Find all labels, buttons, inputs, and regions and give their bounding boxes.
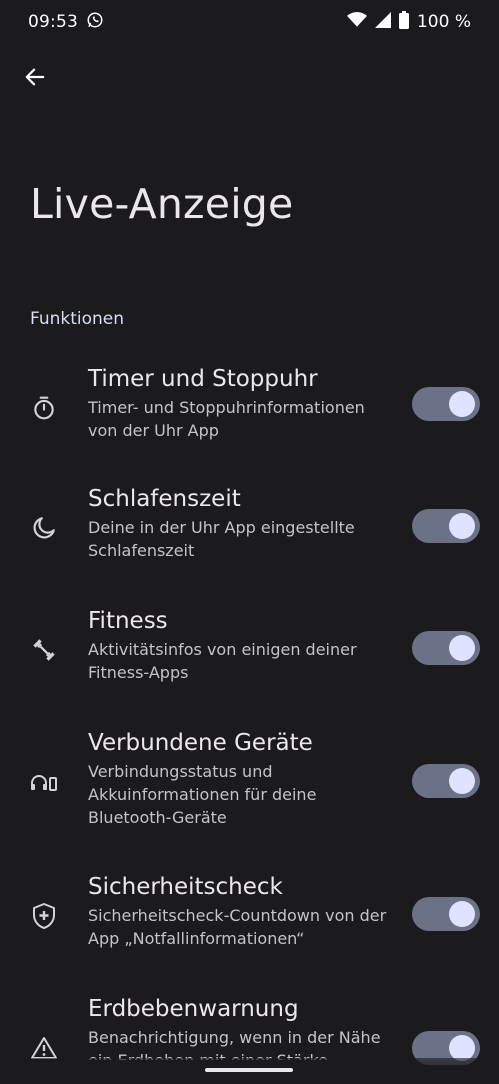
toggle-thumb: [449, 513, 475, 539]
shield-plus-icon: [30, 902, 58, 930]
toggle-safety-check[interactable]: [412, 897, 480, 931]
fitness-icon: [30, 636, 58, 664]
status-time: 09:53: [28, 12, 78, 32]
toggle-timer[interactable]: [412, 387, 480, 421]
setting-text: Fitness Aktivitätsinfos von einigen dein…: [88, 606, 393, 684]
page-title: Live-Anzeige: [30, 180, 294, 228]
setting-row-safety-check[interactable]: Sicherheitscheck Sicherheitscheck-Countd…: [0, 872, 499, 980]
setting-row-bedtime[interactable]: Schlafenszeit Deine in der Uhr App einge…: [0, 484, 499, 592]
cellular-signal-icon: [374, 11, 391, 33]
timer-icon: [30, 394, 58, 422]
toggle-connected-devices[interactable]: [412, 764, 480, 798]
status-right: 100 %: [346, 10, 471, 34]
status-left: 09:53: [28, 11, 104, 34]
setting-row-fitness[interactable]: Fitness Aktivitätsinfos von einigen dein…: [0, 606, 499, 714]
gesture-nav-handle[interactable]: [205, 1068, 293, 1072]
toggle-thumb: [449, 635, 475, 661]
toggle-bedtime[interactable]: [412, 509, 480, 543]
setting-text: Timer und Stoppuhr Timer- und Stoppuhrin…: [88, 364, 393, 442]
toggle-thumb: [449, 901, 475, 927]
setting-text: Sicherheitscheck Sicherheitscheck-Countd…: [88, 872, 393, 950]
status-bar: 09:53 100 %: [0, 0, 499, 44]
setting-title: Timer und Stoppuhr: [88, 366, 318, 392]
setting-title: Schlafenszeit: [88, 486, 241, 512]
setting-row-connected-devices[interactable]: Verbundene Geräte Verbindungsstatus und …: [0, 728, 499, 858]
back-button[interactable]: [18, 62, 52, 96]
setting-text: Erdbebenwarnung Benachrichtigung, wenn i…: [88, 994, 393, 1060]
setting-summary: Deine in der Uhr App eingestellte Schlaf…: [88, 518, 355, 560]
headphones-device-icon: [30, 768, 58, 796]
setting-summary: Timer- und Stoppuhrinformationen von der…: [88, 398, 365, 440]
setting-summary: Verbindungsstatus und Akkuinformationen …: [88, 762, 317, 827]
setting-title: Fitness: [88, 608, 168, 634]
setting-text: Verbundene Geräte Verbindungsstatus und …: [88, 728, 393, 829]
arrow-back-icon: [24, 66, 46, 92]
wifi-icon: [346, 11, 367, 33]
moon-icon: [30, 514, 58, 542]
setting-text: Schlafenszeit Deine in der Uhr App einge…: [88, 484, 393, 562]
toggle-thumb: [449, 391, 475, 417]
toggle-thumb: [449, 768, 475, 794]
setting-title: Sicherheitscheck: [88, 874, 283, 900]
section-header: Funktionen: [30, 309, 125, 329]
toggle-fitness[interactable]: [412, 631, 480, 665]
setting-summary: Benachrichtigung, wenn in der Nähe ein E…: [88, 1028, 381, 1060]
battery-icon: [398, 10, 409, 34]
setting-title: Verbundene Geräte: [88, 730, 313, 756]
setting-summary: Aktivitätsinfos von einigen deiner Fitne…: [88, 640, 357, 682]
setting-title: Erdbebenwarnung: [88, 996, 299, 1022]
whatsapp-icon: [86, 11, 104, 34]
battery-percent: 100 %: [416, 12, 471, 32]
setting-row-timer[interactable]: Timer und Stoppuhr Timer- und Stoppuhrin…: [0, 362, 499, 470]
setting-summary: Sicherheitscheck-Countdown von der App „…: [88, 906, 387, 948]
